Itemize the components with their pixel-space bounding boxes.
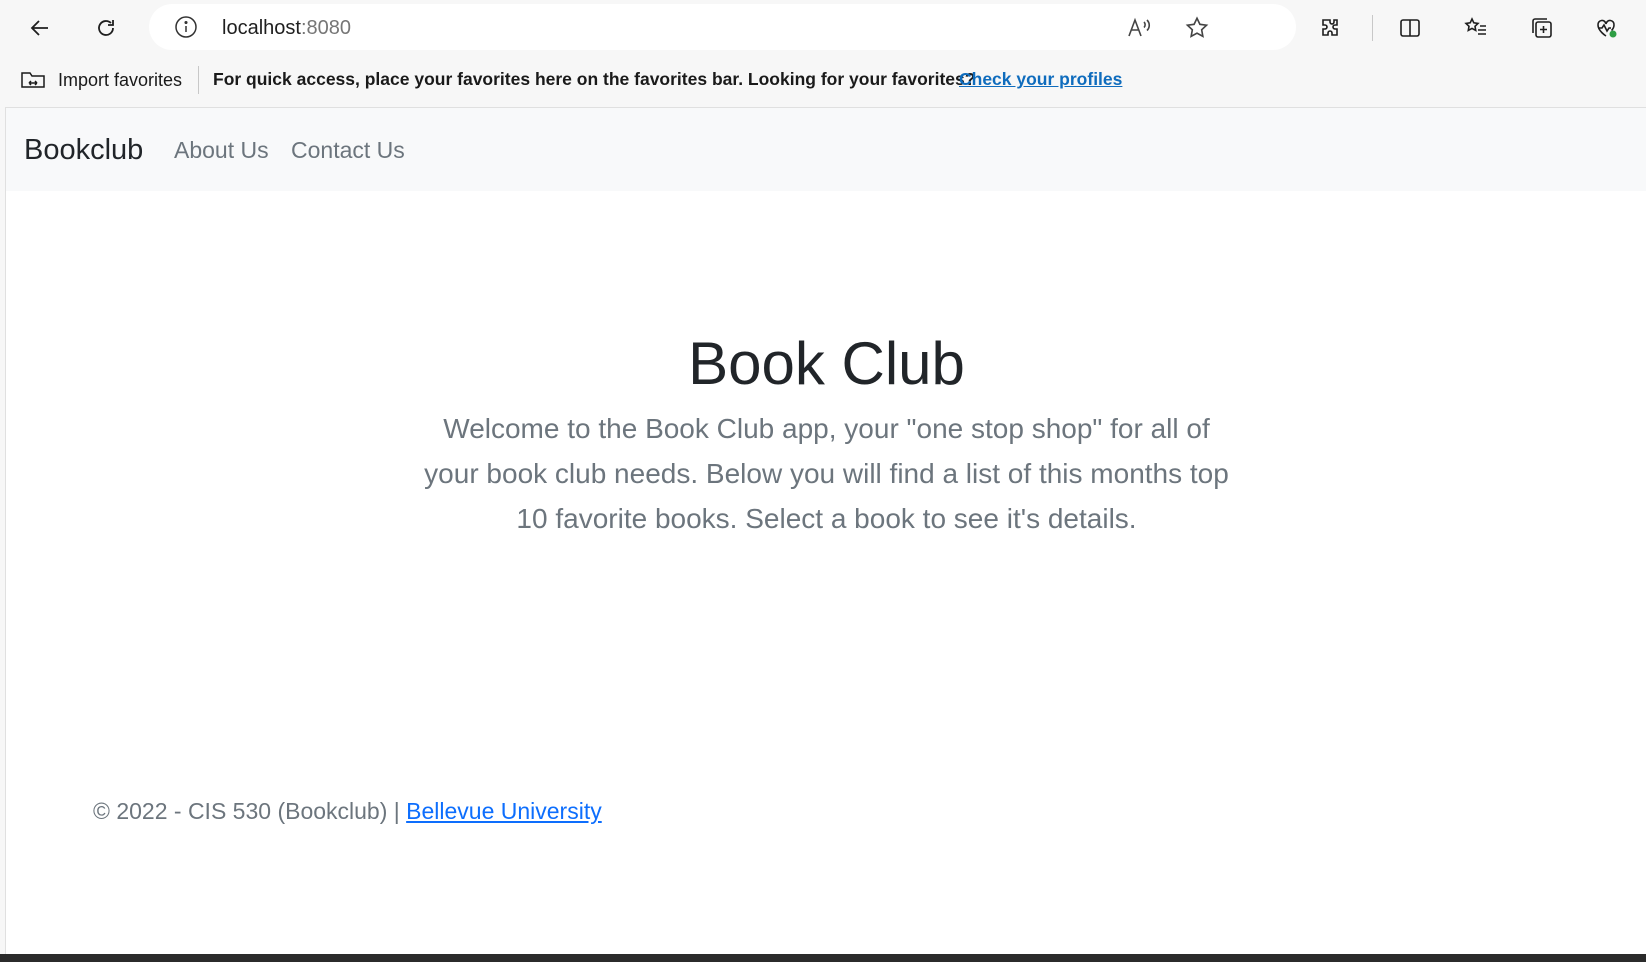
collections-icon [1532, 18, 1552, 38]
back-button[interactable] [20, 8, 60, 48]
url-port: :8080 [300, 17, 351, 39]
check-profiles-link[interactable]: Check your profiles [959, 69, 1122, 90]
heart-pulse-icon [1597, 19, 1617, 38]
favorites-button[interactable] [1456, 8, 1496, 48]
bellevue-university-link[interactable]: Bellevue University [406, 798, 602, 824]
url-host: localhost [222, 17, 301, 39]
collections-button[interactable] [1522, 8, 1562, 48]
split-screen-icon [1400, 19, 1420, 37]
taskbar-edge [0, 954, 1646, 962]
hero-lead: Welcome to the Book Club app, your "one … [424, 413, 1229, 534]
favorites-message: For quick access, place your favorites h… [213, 69, 976, 89]
footer-text: © 2022 - CIS 530 (Bookclub) | [93, 798, 407, 824]
nav-link-contact-us[interactable]: Contact Us [291, 137, 405, 164]
browser-essentials-button[interactable] [1586, 8, 1626, 48]
nav-link-about-us[interactable]: About Us [174, 137, 269, 164]
page-viewport: Bookclub About Us Contact Us Book Club W… [5, 107, 1646, 955]
favorites-bar: Import favorites For quick access, place… [0, 56, 1646, 104]
address-bar[interactable]: localhost:8080 [149, 4, 1296, 50]
read-aloud-icon[interactable] [1126, 15, 1152, 41]
url-text[interactable]: localhost:8080 [222, 17, 351, 40]
page-title: Book Club [688, 330, 965, 397]
toolbar-separator [1372, 15, 1373, 41]
extensions-puzzle-icon [1322, 19, 1338, 36]
navbar-brand[interactable]: Bookclub [24, 134, 143, 167]
site-navbar: Bookclub About Us Contact Us [6, 108, 1646, 191]
browser-toolbar: localhost:8080 [0, 0, 1646, 54]
import-favorites-button[interactable]: Import favorites [20, 66, 182, 94]
import-favorites-label: Import favorites [58, 69, 183, 90]
site-info-icon[interactable] [174, 15, 198, 39]
favorite-star-icon[interactable] [1184, 15, 1210, 41]
refresh-button[interactable] [86, 8, 126, 48]
refresh-icon [98, 20, 114, 36]
favorites-list-icon [1464, 17, 1486, 35]
page-footer: © 2022 - CIS 530 (Bookclub) | Bellevue U… [93, 798, 602, 825]
hero-section: Book Club Welcome to the Book Club app, … [6, 328, 1646, 541]
favorites-separator [198, 66, 199, 94]
extensions-button[interactable] [1310, 8, 1350, 48]
import-folder-icon [21, 72, 45, 88]
split-screen-button[interactable] [1390, 8, 1430, 48]
back-arrow-icon [30, 20, 48, 36]
